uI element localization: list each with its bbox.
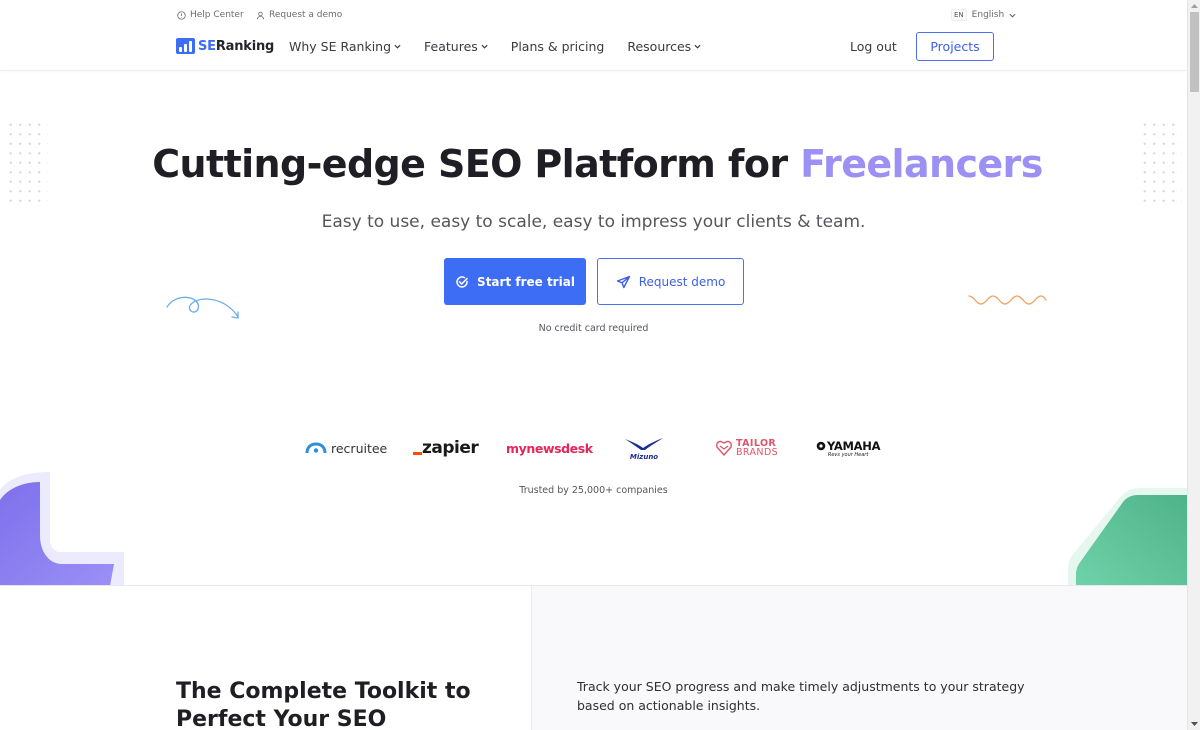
brand-zapier: zapier: [413, 434, 479, 462]
paper-plane-icon: [616, 275, 630, 288]
svg-text:Mizuno: Mizuno: [630, 453, 658, 461]
nav-plans-pricing[interactable]: Plans & pricing: [511, 39, 605, 54]
request-demo-label: Request a demo: [269, 10, 343, 20]
hero-title: Cutting-edge SEO Platform for Freelancer…: [152, 142, 1043, 186]
nav-features[interactable]: Features: [424, 39, 488, 54]
scroll-down-button[interactable]: [1188, 718, 1200, 730]
request-demo-button[interactable]: Request demo: [597, 258, 744, 305]
client-logos: recruitee zapier mynewsdesk Mizuno TAILO…: [0, 434, 1187, 462]
nav-resources[interactable]: Resources: [627, 39, 701, 54]
scrollbar-thumb[interactable]: [1190, 12, 1199, 92]
request-demo-link[interactable]: Request a demo: [256, 10, 342, 20]
projects-button[interactable]: Projects: [916, 32, 994, 61]
toolkit-description: Track your SEO progress and make timely …: [577, 679, 1025, 713]
help-center-label: Help Center: [190, 10, 244, 20]
logo-bars-icon: [176, 38, 195, 54]
language-label: English: [971, 10, 1005, 20]
no-credit-card-note: No credit card required: [538, 323, 649, 334]
purple-shape-decoration: [0, 472, 124, 586]
check-circle-icon: [456, 275, 468, 288]
site-header: Help Center Request a demo EN English SE…: [0, 0, 1187, 71]
help-center-link[interactable]: Help Center: [177, 10, 244, 20]
chevron-down-icon: [481, 44, 488, 49]
brand-yamaha: YAMAHA Revs your Heart: [816, 434, 881, 462]
page: Help Center Request a demo EN English SE…: [0, 0, 1187, 730]
arrow-up-icon: [1191, 4, 1198, 8]
zapier-underscore: [413, 451, 422, 455]
start-free-trial-button[interactable]: Start free trial: [444, 258, 586, 305]
hero-title-accent: Freelancers: [800, 142, 1043, 186]
yamaha-tuning-fork-icon: [816, 441, 826, 450]
green-shape-decoration: [1068, 488, 1187, 586]
mizuno-logo-icon: Mizuno: [625, 438, 663, 461]
nav-why-se-ranking[interactable]: Why SE Ranking: [289, 39, 401, 54]
chevron-down-icon: [1009, 13, 1016, 18]
toolkit-section: The Complete Toolkit to Perfect Your SEO…: [0, 585, 1187, 730]
brand-mynewsdesk: mynewsdesk: [506, 440, 593, 456]
brand-tailor-brands: TAILOR BRANDS: [715, 434, 778, 462]
help-icon: [177, 10, 186, 20]
se-ranking-logo[interactable]: SERanking: [176, 38, 274, 54]
main-nav: Why SE Ranking Features Plans & pricing …: [289, 39, 701, 54]
trusted-by-text: Trusted by 25,000+ companies: [519, 485, 668, 496]
vertical-scrollbar[interactable]: [1187, 0, 1200, 730]
scroll-up-button[interactable]: [1188, 0, 1200, 12]
wave-decoration: [968, 295, 1047, 305]
user-icon: [256, 11, 265, 19]
curly-arrow-decoration: [166, 296, 239, 319]
chevron-down-icon: [694, 44, 701, 49]
hero-subtitle: Easy to use, easy to scale, easy to impr…: [321, 212, 866, 232]
brand-mizuno: Mizuno: [623, 434, 665, 462]
brand-recruitee: recruitee: [305, 434, 387, 462]
logo-text: SERanking: [198, 38, 275, 54]
tailor-brands-text: TAILOR BRANDS: [736, 438, 779, 458]
arrow-down-icon: [1191, 722, 1198, 726]
toolkit-feature-panel: Track your SEO progress and make timely …: [531, 586, 1187, 730]
recruitee-logo-icon: [305, 442, 327, 454]
toolkit-title: The Complete Toolkit to Perfect Your SEO: [176, 679, 471, 730]
logout-link[interactable]: Log out: [850, 39, 897, 54]
language-selector[interactable]: EN English: [951, 9, 1016, 21]
tailor-brands-logo-icon: [716, 440, 732, 456]
language-code: EN: [951, 9, 967, 21]
chevron-down-icon: [394, 44, 401, 49]
